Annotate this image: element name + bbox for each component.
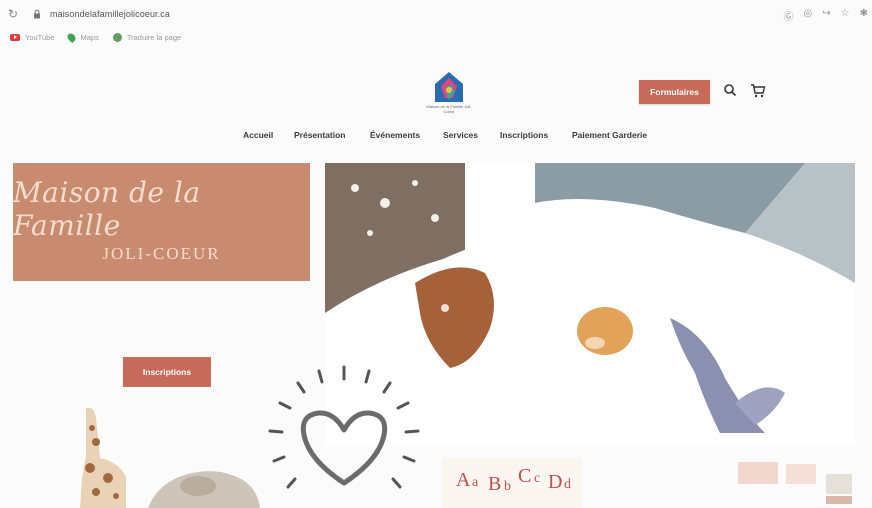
svg-text:C: C (518, 465, 531, 487)
svg-text:A: A (456, 469, 471, 491)
browser-address-bar: ↻ maisondelafamillejolicoeur.ca Ⓖ ◎ ↪ ☆ … (0, 0, 872, 28)
bookmark-maps[interactable]: Maps (66, 31, 99, 43)
elephant-toy-image (148, 471, 260, 508)
nav-item-services[interactable]: Services (443, 130, 478, 140)
alphabet-blocks-image: A a B b C c D d (442, 458, 582, 508)
toy-blocks-image (738, 462, 852, 504)
svg-text:b: b (504, 479, 511, 494)
heart-drawing (268, 365, 420, 489)
svg-text:c: c (534, 471, 540, 486)
formulaires-button[interactable]: Formulaires (639, 80, 710, 104)
lock-icon (34, 9, 40, 19)
nav-item-presentation[interactable]: Présentation (294, 130, 346, 140)
svg-text:D: D (548, 471, 562, 493)
svg-text:a: a (472, 475, 479, 490)
google-icon[interactable]: Ⓖ (784, 8, 794, 23)
youtube-icon (10, 33, 20, 41)
inscriptions-button[interactable]: Inscriptions (123, 357, 211, 387)
bookmarks-bar: YouTube Maps Traduire la page (0, 28, 872, 46)
nav-item-evenements[interactable]: Événements (370, 130, 420, 140)
brand-banner: Maison de la Famille JOLI-COEUR (13, 163, 310, 281)
lens-icon[interactable]: ◎ (804, 8, 813, 23)
nav-item-paiement-garderie[interactable]: Paiement Garderie (572, 130, 647, 140)
svg-text:d: d (564, 477, 571, 492)
star-icon[interactable]: ☆ (841, 8, 850, 23)
giraffe-toy-image (80, 408, 126, 508)
browser-actions: Ⓖ ◎ ↪ ☆ ✱ (784, 8, 868, 23)
search-icon[interactable] (723, 83, 737, 97)
reload-icon[interactable]: ↻ (8, 7, 22, 21)
cart-icon[interactable] (750, 83, 766, 98)
svg-text:B: B (488, 473, 501, 495)
bookmark-youtube[interactable]: YouTube (10, 33, 54, 42)
logo-caption: Maison de la Famille Joli-Coeur (426, 104, 472, 114)
brand-caps-title: JOLI-COEUR (102, 244, 221, 263)
brand-script-title: Maison de la Famille (13, 176, 201, 242)
share-icon[interactable]: ↪ (822, 8, 830, 23)
nav-item-inscriptions[interactable]: Inscriptions (500, 130, 548, 140)
translate-icon (112, 32, 122, 42)
maps-icon (66, 31, 78, 43)
extension-icon[interactable]: ✱ (860, 8, 868, 23)
bookmark-translate[interactable]: Traduire la page (112, 32, 181, 42)
nav-item-accueil[interactable]: Accueil (243, 130, 273, 140)
main-nav: Accueil Présentation Événements Services… (0, 130, 872, 148)
url-field[interactable]: maisondelafamillejolicoeur.ca (50, 9, 170, 19)
